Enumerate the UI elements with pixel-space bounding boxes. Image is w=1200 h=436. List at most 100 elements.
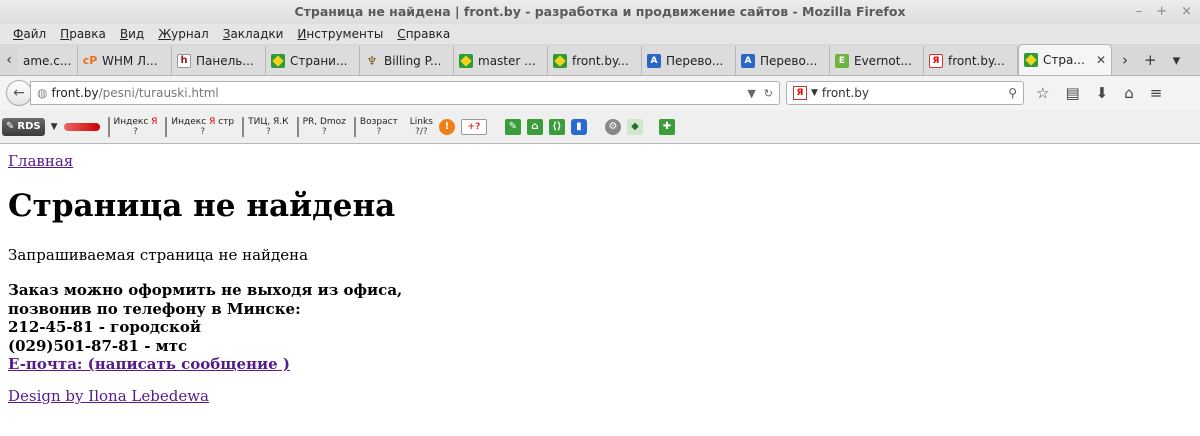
window-controls: – + × (1136, 0, 1192, 24)
seo-tic[interactable]: ТИЦ, Я.К? (242, 116, 289, 137)
window-title: Страница не найдена | front.by - разрабо… (294, 4, 906, 19)
tab[interactable]: ♆ Billing P... (360, 46, 454, 75)
evernote-icon: E (835, 53, 849, 68)
url-bar[interactable]: ◍ front.by/pesni/turauski.html ▼ ↻ (30, 81, 780, 105)
hamburger-menu-icon[interactable]: ≡ (1150, 84, 1163, 102)
menu-file[interactable]: Файл (6, 27, 53, 41)
seo-value: ? (376, 126, 382, 137)
tab[interactable]: A Перево... (642, 46, 736, 75)
tab-label: Evernot... (854, 53, 912, 68)
tab-active[interactable]: Стра... ✕ (1018, 44, 1112, 75)
tab[interactable]: A Перево... (736, 46, 830, 75)
google-plus-label: +? (467, 121, 481, 132)
scroll-tabs-left-icon[interactable]: ‹ (0, 45, 18, 75)
edit-icon[interactable]: ✎ (504, 118, 521, 135)
url-bar-actions: ▼ ↻ (747, 87, 779, 100)
tab[interactable]: Яfront.by... (924, 46, 1018, 75)
search-bar[interactable]: Я ▼ front.by ⚲ (786, 81, 1024, 105)
menu-history-label: урнал (171, 27, 209, 41)
close-window-button[interactable]: × (1181, 0, 1192, 24)
brazil-flag-icon (271, 53, 285, 68)
menu-view-accel: В (119, 27, 129, 41)
shield-icon[interactable]: ◆ (626, 118, 643, 135)
google-plus-button[interactable]: +? (460, 118, 487, 135)
brazil-flag-icon (553, 53, 567, 68)
tab-label: WHM Л... (102, 53, 158, 68)
tab-label: Перево... (666, 53, 724, 68)
tab-label: front.by... (948, 53, 1005, 68)
alert-icon[interactable]: ! (438, 118, 455, 135)
order-line-2: позвонив по телефону в Минске: (8, 299, 301, 318)
menu-help[interactable]: Справка (390, 27, 457, 41)
seo-links[interactable]: Links ?/? (406, 117, 433, 137)
tab[interactable]: E Evernot... (830, 46, 924, 75)
rds-indicator-icon[interactable] (63, 122, 100, 131)
home-icon[interactable]: ⌂ (526, 118, 543, 135)
order-info: Заказ можно оформить не выходя из офиса,… (8, 281, 402, 374)
home-icon[interactable]: ⌂ (1124, 84, 1134, 102)
search-input[interactable]: front.by (822, 86, 869, 100)
tab[interactable]: front.by... (548, 46, 642, 75)
tab[interactable]: master ... (454, 46, 548, 75)
seo-index-yandex[interactable]: Индекс Я? (107, 116, 157, 137)
database-icon[interactable]: ▮ (570, 118, 587, 135)
tab[interactable]: cP WHM Л... (78, 46, 172, 75)
rds-label: RDS (17, 121, 41, 132)
search-icon[interactable]: ⚲ (1008, 86, 1017, 100)
menu-file-label: айл (23, 27, 47, 41)
scroll-tabs-right-icon[interactable]: › (1122, 51, 1128, 69)
bookmark-star-icon[interactable]: ☆ (1036, 84, 1049, 102)
nav-icons: ☆ ▤ ⬇ ⌂ ≡ (1036, 84, 1162, 102)
tab[interactable]: h Панель... (172, 46, 266, 75)
brazil-flag-icon (1024, 53, 1038, 67)
history-dropdown-icon[interactable]: ▼ (747, 87, 755, 100)
tab-list-icon[interactable]: ▾ (1173, 51, 1181, 69)
code-icon[interactable]: ⟨⟩ (548, 118, 565, 135)
seo-value: ? (321, 126, 327, 137)
back-button[interactable]: ← (6, 80, 32, 106)
globe-icon: ◍ (37, 86, 48, 100)
addon-toolbar: ✎ RDS ▼ Индекс Я? Индекс Я стр? ТИЦ, Я.К?… (0, 110, 1200, 144)
phone-mts: (029)501-87-81 - мтс (8, 336, 188, 355)
tab[interactable]: Страни... (266, 46, 360, 75)
tab-label: Стра... (1043, 53, 1085, 67)
rds-bar-button[interactable]: ✎ RDS (2, 117, 45, 136)
minimize-button[interactable]: – (1136, 0, 1143, 24)
translate-icon: A (741, 53, 755, 68)
tab-label: Перево... (760, 53, 818, 68)
seo-index-yandex-pages[interactable]: Индекс Я стр? (165, 116, 235, 137)
seo-age[interactable]: Возраст? (353, 116, 398, 137)
puzzle-icon[interactable]: ✚ (658, 118, 675, 135)
email-link[interactable]: E-почта: (написать сообщение ) (8, 355, 290, 373)
design-credit-link[interactable]: Design by Ilona Lebedewa (8, 387, 209, 405)
seo-extra: стр (218, 116, 235, 127)
translate-icon: A (647, 53, 661, 68)
search-engine-dropdown-icon[interactable]: ▼ (811, 88, 818, 98)
page-title: Страница не найдена (8, 188, 396, 224)
home-link[interactable]: Главная (8, 152, 73, 170)
close-tab-icon[interactable]: ✕ (1096, 53, 1106, 67)
tab[interactable]: ame.c... (18, 46, 78, 75)
menu-edit[interactable]: Правка (53, 27, 113, 41)
yandex-search-engine-icon[interactable]: Я (793, 86, 807, 100)
seo-label: Индекс (113, 116, 149, 127)
maximize-button[interactable]: + (1156, 0, 1167, 24)
reload-icon[interactable]: ↻ (764, 87, 773, 100)
rds-dropdown-icon[interactable]: ▼ (51, 122, 58, 132)
new-tab-icon[interactable]: + (1144, 51, 1157, 69)
menu-bookmarks[interactable]: Закладки (216, 27, 291, 41)
settings-gear-icon[interactable]: ⚙ (604, 118, 621, 135)
downloads-icon[interactable]: ⬇ (1096, 84, 1109, 102)
seo-pr-dmoz[interactable]: PR, Dmoz? (296, 116, 346, 137)
menu-history[interactable]: Журнал (151, 27, 216, 41)
menu-tools[interactable]: Инструменты (290, 27, 390, 41)
back-arrow-icon: ← (13, 85, 25, 101)
url-path: /pesni/turauski.html (98, 86, 219, 100)
menu-bookmarks-label: акладки (230, 27, 284, 41)
brazil-flag-icon (459, 53, 473, 68)
tab-controls: › + ▾ (1112, 45, 1190, 75)
seo-value: ? (265, 126, 271, 137)
bookmarks-menu-icon[interactable]: ▤ (1065, 84, 1079, 102)
seo-mark: Я (209, 116, 216, 127)
menu-view[interactable]: Вид (113, 27, 151, 41)
